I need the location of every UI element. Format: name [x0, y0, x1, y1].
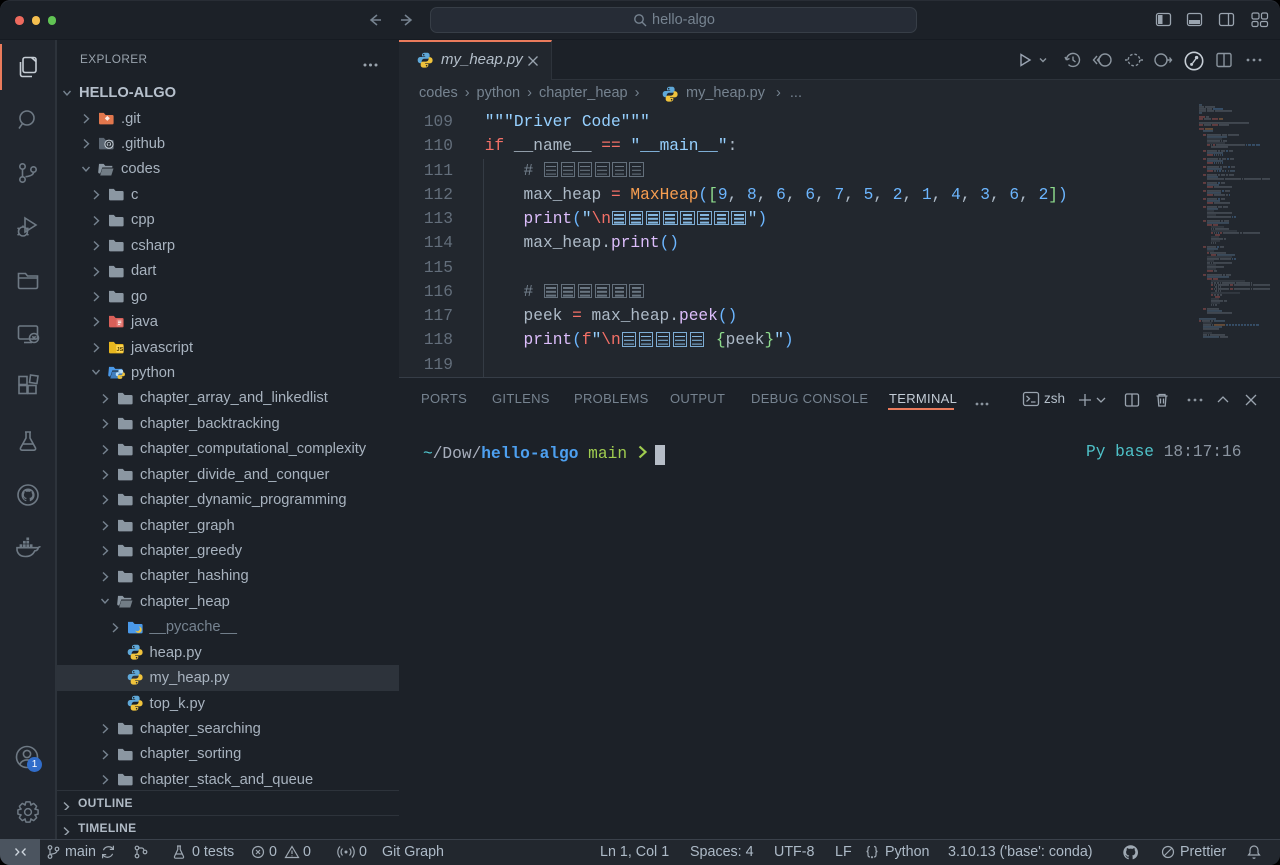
- svg-text:JS: JS: [117, 347, 124, 353]
